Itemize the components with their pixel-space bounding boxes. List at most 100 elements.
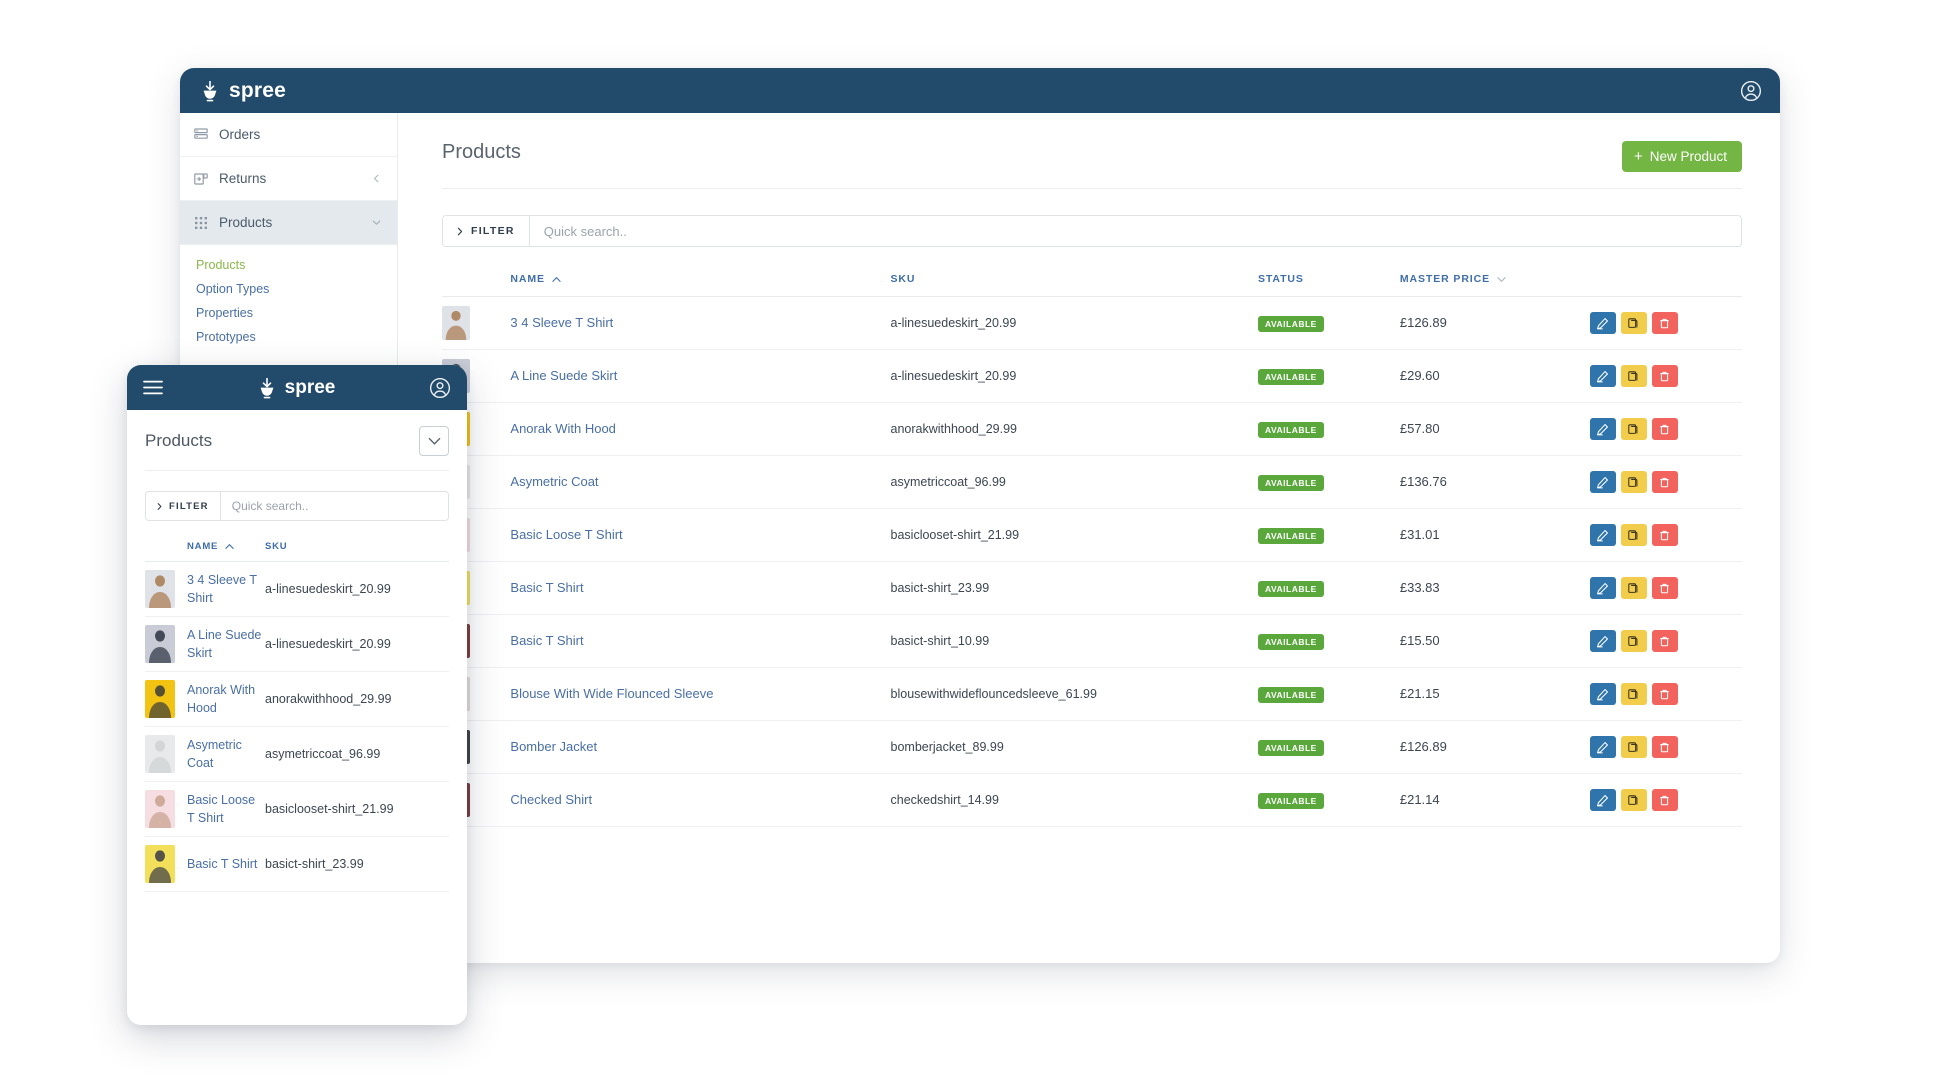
search-input[interactable] xyxy=(530,216,1741,246)
clone-button[interactable] xyxy=(1621,630,1647,652)
user-circle-icon[interactable] xyxy=(429,377,451,399)
product-sku-cell: basiclooset-shirt_21.99 xyxy=(891,509,1258,562)
product-name-link[interactable]: Checked Shirt xyxy=(510,792,592,807)
sidebar-subitem-option-types[interactable]: Option Types xyxy=(180,277,397,301)
topbar-right xyxy=(1740,80,1762,102)
edit-button[interactable] xyxy=(1590,577,1616,599)
table-row[interactable]: Blouse With Wide Flounced Sleeve blousewi… xyxy=(442,668,1742,721)
clone-button[interactable] xyxy=(1621,471,1647,493)
product-name-link[interactable]: Basic T Shirt xyxy=(510,580,583,595)
table-header-row: NAME SKU STATUS xyxy=(442,273,1742,297)
product-sku: basict-shirt_10.99 xyxy=(891,634,990,648)
mobile-filter-toggle-button[interactable]: FILTER xyxy=(146,492,221,520)
mobile-page-title: Products xyxy=(145,431,212,451)
sidebar-subitem-products[interactable]: Products xyxy=(180,253,397,277)
clone-button[interactable] xyxy=(1621,577,1647,599)
delete-button[interactable] xyxy=(1652,577,1678,599)
edit-button[interactable] xyxy=(1590,630,1616,652)
product-name-link[interactable]: Bomber Jacket xyxy=(510,739,597,754)
mobile-column-sku[interactable]: SKU xyxy=(265,541,449,562)
delete-button[interactable] xyxy=(1652,312,1678,334)
edit-button[interactable] xyxy=(1590,471,1616,493)
product-name-link[interactable]: Blouse With Wide Flounced Sleeve xyxy=(510,686,713,701)
sidebar-subitem-properties[interactable]: Properties xyxy=(180,301,397,325)
delete-button[interactable] xyxy=(1652,736,1678,758)
product-name-link[interactable]: 3 4 Sleeve T Shirt xyxy=(187,573,257,605)
product-name-link[interactable]: Basic T Shirt xyxy=(510,633,583,648)
mobile-table-row[interactable]: Basic T Shirtbasict-shirt_23.99 xyxy=(145,837,449,892)
delete-button[interactable] xyxy=(1652,630,1678,652)
sidebar-item-returns[interactable]: Returns xyxy=(180,157,397,201)
product-name-link[interactable]: Asymetric Coat xyxy=(510,474,598,489)
edit-button[interactable] xyxy=(1590,365,1616,387)
clone-button[interactable] xyxy=(1621,312,1647,334)
mobile-actions-toggle[interactable] xyxy=(419,426,449,456)
pencil-icon xyxy=(1596,370,1609,383)
table-row[interactable]: Bomber Jacketbomberjacket_89.99AVAILABLE… xyxy=(442,721,1742,774)
table-row[interactable]: Checked Shirtcheckedshirt_14.99AVAILABLE… xyxy=(442,774,1742,827)
edit-button[interactable] xyxy=(1590,736,1616,758)
edit-button[interactable] xyxy=(1590,789,1616,811)
delete-button[interactable] xyxy=(1652,418,1678,440)
table-row[interactable]: Basic T Shirtbasict-shirt_10.99AVAILABLE… xyxy=(442,615,1742,668)
mobile-table-row[interactable]: Asymetric Coatasymetriccoat_96.99 xyxy=(145,727,449,782)
column-master-price[interactable]: MASTER PRICE xyxy=(1400,273,1590,297)
mobile-table-row[interactable]: 3 4 Sleeve T Shirta-linesuedeskirt_20.99 xyxy=(145,562,449,617)
brand-logo[interactable]: spree xyxy=(200,79,286,103)
product-name-link[interactable]: Basic Loose T Shirt xyxy=(187,793,255,825)
delete-button[interactable] xyxy=(1652,524,1678,546)
filter-toggle-button[interactable]: FILTER xyxy=(443,216,530,246)
column-name[interactable]: NAME xyxy=(510,273,890,297)
edit-button[interactable] xyxy=(1590,683,1616,705)
delete-button[interactable] xyxy=(1652,683,1678,705)
new-product-label: New Product xyxy=(1650,149,1727,164)
edit-button[interactable] xyxy=(1590,418,1616,440)
product-name-link[interactable]: A Line Suede Skirt xyxy=(510,368,617,383)
sidebar-subitem-prototypes[interactable]: Prototypes xyxy=(180,325,397,349)
column-sku[interactable]: SKU xyxy=(891,273,1258,297)
product-name-link[interactable]: Asymetric Coat xyxy=(187,738,242,770)
sidebar-item-orders[interactable]: Orders xyxy=(180,113,397,157)
edit-button[interactable] xyxy=(1590,312,1616,334)
user-circle-icon[interactable] xyxy=(1740,80,1762,102)
product-name-link[interactable]: Anorak With Hood xyxy=(510,421,616,436)
hamburger-icon[interactable] xyxy=(143,380,163,395)
mobile-brand-logo[interactable]: spree xyxy=(163,377,429,399)
column-status[interactable]: STATUS xyxy=(1258,273,1400,297)
product-name-link[interactable]: A Line Suede Skirt xyxy=(187,628,261,660)
table-row[interactable]: A Line Suede Skirta-linesuedeskirt_20.99… xyxy=(442,350,1742,403)
delete-button[interactable] xyxy=(1652,471,1678,493)
product-sku-cell: blousewithwideflouncedsleeve_61.99 xyxy=(891,668,1258,721)
table-row[interactable]: 3 4 Sleeve T Shirta-linesuedeskirt_20.99… xyxy=(442,297,1742,350)
row-actions xyxy=(1590,789,1742,811)
mobile-table-row[interactable]: Basic Loose T Shirtbasiclooset-shirt_21.… xyxy=(145,782,449,837)
product-name-link[interactable]: Basic Loose T Shirt xyxy=(510,527,622,542)
product-name-link[interactable]: Anorak With Hood xyxy=(187,683,255,715)
mobile-column-name[interactable]: NAME xyxy=(187,541,265,562)
product-price: £31.01 xyxy=(1400,527,1440,542)
product-name-link[interactable]: 3 4 Sleeve T Shirt xyxy=(510,315,613,330)
clone-button[interactable] xyxy=(1621,789,1647,811)
row-actions xyxy=(1590,577,1742,599)
sidebar-item-products[interactable]: Products xyxy=(180,201,397,245)
clone-button[interactable] xyxy=(1621,683,1647,705)
clone-button[interactable] xyxy=(1621,418,1647,440)
table-row[interactable]: Anorak With Hoodanorakwithhood_29.99AVAI… xyxy=(442,403,1742,456)
new-product-button[interactable]: + New Product xyxy=(1622,141,1742,172)
mobile-product-name-cell: Basic T Shirt xyxy=(187,837,265,892)
table-row[interactable]: Basic T Shirtbasict-shirt_23.99AVAILABLE… xyxy=(442,562,1742,615)
edit-button[interactable] xyxy=(1590,524,1616,546)
mobile-table-row[interactable]: A Line Suede Skirta-linesuedeskirt_20.99 xyxy=(145,617,449,672)
clone-button[interactable] xyxy=(1621,524,1647,546)
table-row[interactable]: Asymetric Coatasymetriccoat_96.99AVAILAB… xyxy=(442,456,1742,509)
mobile-search-input[interactable] xyxy=(221,492,448,520)
delete-button[interactable] xyxy=(1652,365,1678,387)
clone-button[interactable] xyxy=(1621,736,1647,758)
mobile-table-row[interactable]: Anorak With Hoodanorakwithhood_29.99 xyxy=(145,672,449,727)
clone-button[interactable] xyxy=(1621,365,1647,387)
product-name-cell: Blouse With Wide Flounced Sleeve xyxy=(510,668,890,721)
table-row[interactable]: Basic Loose T Shirt basiclooset-shirt_21.… xyxy=(442,509,1742,562)
product-price-cell: £136.76 xyxy=(1400,456,1590,509)
product-name-link[interactable]: Basic T Shirt xyxy=(187,857,257,871)
delete-button[interactable] xyxy=(1652,789,1678,811)
